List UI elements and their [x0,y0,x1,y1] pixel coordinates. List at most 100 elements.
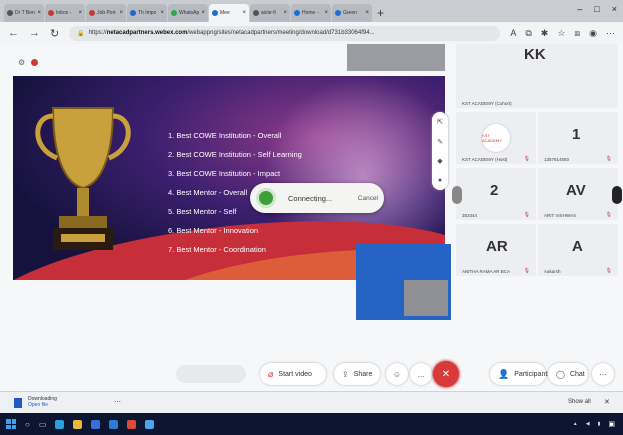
participant-tile[interactable]: KST ACADEMY KST ACADEMY (Host) 🎙 [456,112,536,164]
search-icon[interactable]: ○ [25,420,30,429]
participant-tile[interactable]: AV ARIT VISHWAS 🎙 [538,168,618,220]
download-more-icon[interactable]: ⋯ [114,398,121,406]
tab-close-icon[interactable]: × [365,10,369,16]
battery-icon[interactable]: ▮ [598,421,601,427]
url-input[interactable]: 🔒 https:// netacadpartners.webex.com /we… [69,25,501,41]
minimize-icon[interactable]: – [577,4,582,14]
participants-icon: 👤 [498,368,510,379]
reload-icon[interactable]: ↻ [50,27,59,40]
collections-icon[interactable]: ⧈ [574,28,580,39]
browser-tab[interactable]: Dr T Ben × [4,4,44,22]
more-options-button[interactable]: ... [410,363,432,385]
connecting-toast: Connecting... Cancel [250,183,384,213]
volume-icon[interactable]: ◀ [586,421,590,427]
browser-tab[interactable]: Inbox - × [45,4,85,22]
read-aloud-icon[interactable]: A [510,28,516,39]
settings-icon[interactable]: ⚙ [18,58,25,67]
webex-icon [212,10,218,16]
tab-close-icon[interactable]: × [119,10,123,16]
participant-name: 353344 [462,213,478,218]
share-button[interactable]: ⇪ Share [334,363,380,385]
pointer-icon[interactable]: ⇱ [437,118,443,126]
chat-button[interactable]: ◯ Chat [548,363,588,385]
participant-initials: 1 [572,126,581,143]
maximize-icon[interactable]: □ [594,4,599,14]
download-item[interactable]: Downloading Open file [14,396,57,408]
participants-button[interactable]: 👤 Participants [490,363,551,385]
tab-close-icon[interactable]: × [242,10,246,16]
browser-tab[interactable]: Home - × [291,4,331,22]
chat-label: Chat [569,370,585,378]
panel-more-button[interactable]: ⋯ [592,363,614,385]
pen-icon[interactable]: ✎ [437,138,443,146]
tab-close-icon[interactable]: × [78,10,82,16]
toolbar-icons: A ⧉ ✱ ☆ ⧈ ◉ ⋯ [510,28,615,39]
cancel-button[interactable]: Cancel [358,195,378,202]
mute-button[interactable] [176,365,246,383]
new-tab-button[interactable]: + [377,6,384,20]
task-view-icon[interactable]: ▭ [39,420,47,429]
connecting-message: Connecting... [288,193,333,203]
participant-tile[interactable]: AR ANITHA RAMA AR BCA 🎙 [456,224,536,276]
extension-icon[interactable]: ⧉ [525,28,531,39]
document-icon [253,10,259,16]
mail-app-icon[interactable] [109,419,119,429]
profile-icon[interactable]: ◉ [589,28,597,39]
end-meeting-button[interactable]: ✕ [433,361,459,387]
close-downloads-icon[interactable]: ✕ [604,398,610,406]
participant-tile[interactable]: A Aakarsh 🎙 [538,224,618,276]
tab-close-icon[interactable]: × [201,10,205,16]
stop-icon[interactable]: ● [438,177,442,184]
back-icon[interactable]: ← [8,27,19,39]
browser-tab[interactable]: Th Impo × [127,4,167,22]
store-icon[interactable] [91,419,101,429]
lock-icon: 🔒 [77,30,85,37]
globe-icon [335,10,341,16]
participant-initials: 2 [490,182,499,199]
browser-tab[interactable]: Job Port × [86,4,126,22]
tab-label: Mee [220,10,230,16]
scroll-right-handle[interactable] [612,186,622,204]
tab-close-icon[interactable]: × [160,10,164,16]
tab-label: Job Port [97,10,116,16]
browser-tab[interactable]: WhatsAp × [168,4,208,22]
tab-label: WhatsAp [179,10,200,16]
tab-close-icon[interactable]: × [324,10,328,16]
scroll-left-handle[interactable] [452,186,462,204]
tab-label: Home - [302,10,319,16]
reactions-button[interactable]: ☺ [386,363,408,385]
url-path: /webappng/sites/netacadpartners/meeting/… [187,30,375,36]
app-icon[interactable] [145,419,155,429]
windows-start-icon[interactable] [6,419,16,429]
show-all-button[interactable]: Show all [568,399,591,405]
system-tray: ▲ ◀ ▮ ▣ [573,420,615,428]
tab-close-icon[interactable]: × [283,10,287,16]
participant-tile[interactable]: 2 353344 🎙 [456,168,536,220]
tab-close-icon[interactable]: × [37,10,41,16]
tab-label: Dr T Ben [15,10,35,16]
browser-tab[interactable]: Green × [332,4,372,22]
participant-name: Aakarsh [544,269,561,274]
network-icon[interactable]: ▲ [573,421,578,427]
notification-icon[interactable]: ▣ [608,420,615,428]
browser-tab-active[interactable]: Mee × [209,4,249,22]
participant-tile[interactable]: 1 1357614550 🎙 [538,112,618,164]
puzzle-icon[interactable]: ✱ [541,28,549,39]
close-window-icon[interactable]: × [612,4,617,14]
start-video-button[interactable]: ⌀ Start video [260,363,326,385]
award-item: 1. Best COWE Institution - Overall [168,131,282,140]
tab-label: Green [343,10,357,16]
eraser-icon[interactable]: ◆ [437,157,442,165]
more-menu-icon[interactable]: ⋯ [606,28,615,39]
forward-icon[interactable]: → [29,27,40,39]
file-explorer-icon[interactable] [73,419,83,429]
browser-tab[interactable]: aicte-fi × [250,4,290,22]
favorites-star-icon[interactable]: ☆ [557,28,565,39]
edge-browser-icon[interactable] [55,419,65,429]
participant-tile[interactable]: KK KST ACADEMY (Cohort) [456,44,618,108]
download-status[interactable]: Open file [28,402,57,408]
mail-icon [48,10,54,16]
participant-name: ARIT VISHWAS [544,213,577,218]
share-icon: ⇪ [342,369,349,379]
chrome-icon[interactable] [127,419,137,429]
